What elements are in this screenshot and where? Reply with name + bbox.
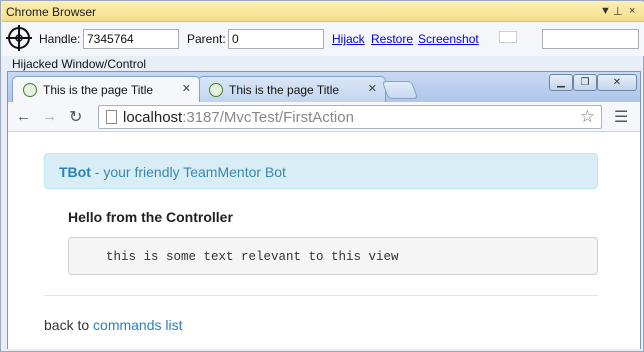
favicon-icon: [209, 83, 223, 97]
hijacked-window-label: Hijacked Window/Control: [12, 57, 147, 71]
close-window-button[interactable]: ✕: [597, 74, 637, 91]
restore-link[interactable]: Restore: [371, 32, 413, 46]
alert-text: - your friendly TeamMentor Bot: [90, 164, 286, 180]
hijack-link[interactable]: Hijack: [332, 32, 365, 46]
crosshair-icon[interactable]: [6, 25, 32, 51]
hijack-toolbar: Handle: 7345764 Parent: 0 Hijack Restore…: [2, 22, 644, 56]
parent-label: Parent:: [187, 32, 226, 46]
tab-close-icon[interactable]: ✕: [368, 82, 377, 95]
address-bar[interactable]: localhost:3187/MvcTest/FirstAction ☆: [98, 105, 602, 129]
forward-arrow-icon[interactable]: →: [42, 108, 57, 125]
tab-strip: This is the page Title ✕ This is the pag…: [8, 72, 640, 102]
restore-button[interactable]: ❐: [573, 74, 597, 91]
dropdown-icon[interactable]: ▼: [600, 5, 611, 17]
pin-icon[interactable]: ⊥: [613, 5, 623, 18]
reload-icon[interactable]: ↻: [69, 107, 82, 127]
minimize-button[interactable]: ▁: [549, 74, 573, 91]
navigation-bar: ← → ↻ localhost:3187/MvcTest/FirstAction…: [8, 102, 640, 132]
window-title: Chrome Browser: [6, 5, 97, 19]
handle-label: Handle:: [39, 32, 81, 46]
bookmark-star-icon[interactable]: ☆: [580, 107, 595, 127]
tab-active[interactable]: This is the page Title ✕: [12, 76, 200, 102]
extra-field[interactable]: [542, 29, 639, 49]
menu-icon[interactable]: ☰: [614, 107, 628, 127]
back-arrow-icon[interactable]: ←: [16, 108, 31, 125]
url-text: localhost:3187/MvcTest/FirstAction: [123, 109, 354, 126]
page-heading: Hello from the Controller: [68, 209, 233, 225]
divider: [44, 295, 598, 296]
alert-brand: TBot: [59, 164, 91, 180]
tab-close-icon[interactable]: ✕: [182, 82, 191, 95]
tab-title: This is the page Title: [229, 83, 340, 97]
parent-field[interactable]: 0: [228, 29, 324, 49]
host-window: Chrome Browser ▼ ⊥ × Handle: 7345764 Par…: [0, 0, 644, 352]
chrome-window: This is the page Title ✕ This is the pag…: [7, 71, 641, 349]
new-tab-button[interactable]: [381, 81, 419, 99]
tab-title: This is the page Title: [43, 83, 154, 97]
info-alert: TBot - your friendly TeamMentor Bot: [44, 153, 598, 189]
tab-inactive[interactable]: This is the page Title ✕: [198, 76, 386, 102]
page-content: TBot - your friendly TeamMentor Bot Hell…: [8, 133, 640, 349]
page-icon: [106, 110, 117, 124]
preview-thumbnail: [499, 31, 517, 43]
title-bar: Chrome Browser ▼ ⊥ ×: [2, 2, 644, 22]
close-icon[interactable]: ×: [629, 5, 635, 17]
code-block: this is some text relevant to this view: [68, 237, 598, 275]
handle-field[interactable]: 7345764: [83, 29, 179, 49]
screenshot-link[interactable]: Screenshot: [418, 32, 479, 46]
footer-text: back to commands list: [44, 317, 183, 333]
favicon-icon: [23, 83, 37, 97]
commands-list-link[interactable]: commands list: [93, 317, 182, 333]
